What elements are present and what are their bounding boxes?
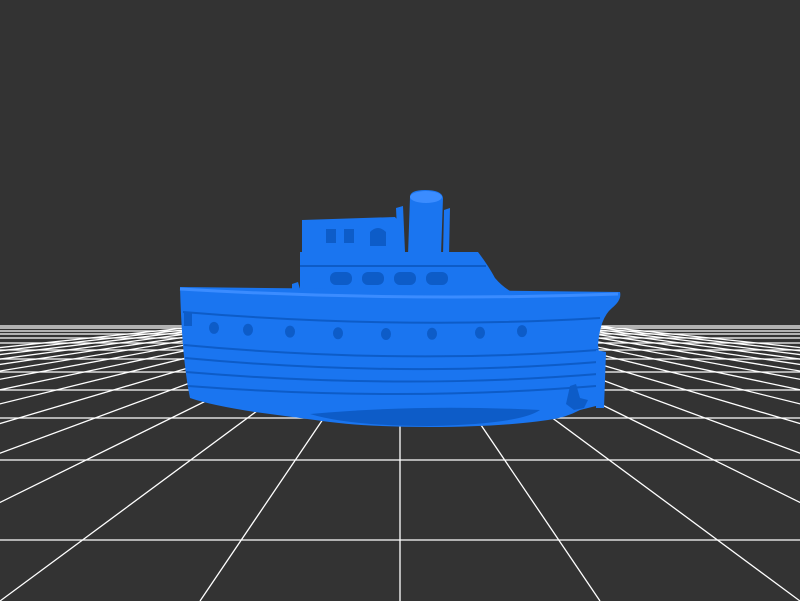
boat-funnel-pipe (443, 208, 450, 256)
porthole (381, 327, 391, 340)
cabin-porthole (426, 272, 448, 285)
porthole (517, 325, 527, 338)
cabin-window (344, 229, 354, 243)
stern-fitting (184, 312, 192, 326)
porthole (285, 325, 295, 338)
grid-line-depth (595, 325, 800, 349)
3d-viewport[interactable] (0, 0, 800, 601)
porthole (475, 326, 485, 339)
cabin-porthole (330, 272, 352, 285)
porthole (427, 327, 437, 340)
cabin-porthole (362, 272, 384, 285)
porthole (209, 321, 219, 334)
boat-funnel-top (410, 191, 442, 203)
cabin-window (326, 229, 336, 243)
boat-3d-model[interactable] (179, 190, 621, 427)
bow-rudder (596, 350, 606, 408)
porthole (333, 327, 343, 340)
cabin-porthole (394, 272, 416, 285)
porthole (243, 323, 253, 336)
3d-scene[interactable] (0, 0, 800, 601)
grid-line-depth (0, 325, 205, 349)
cabin-door (370, 228, 386, 246)
